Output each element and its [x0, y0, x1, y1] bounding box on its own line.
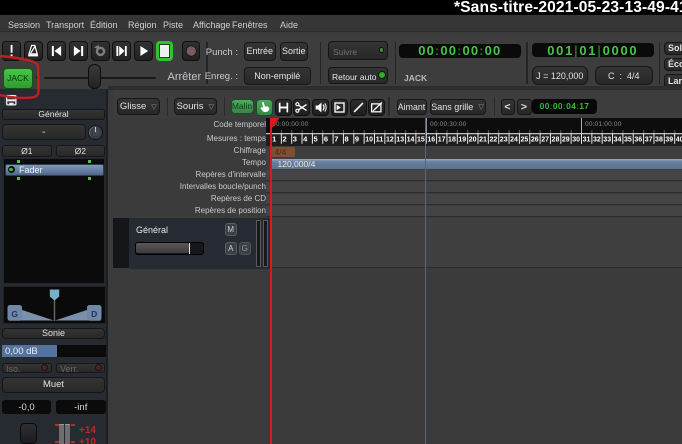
- svg-text:1: 1: [272, 135, 276, 144]
- svg-text:36: 36: [634, 135, 642, 144]
- svg-text:39: 39: [665, 135, 673, 144]
- svg-text:32: 32: [593, 135, 601, 144]
- svg-text:29: 29: [562, 135, 570, 144]
- svg-text:16: 16: [427, 135, 435, 144]
- svg-text:11: 11: [376, 135, 384, 144]
- svg-text:22: 22: [489, 135, 497, 144]
- svg-text:3: 3: [293, 135, 297, 144]
- svg-text:13: 13: [396, 135, 404, 144]
- svg-text:15: 15: [417, 135, 425, 144]
- svg-text:12: 12: [386, 135, 394, 144]
- svg-text:14: 14: [407, 135, 416, 144]
- svg-text:30: 30: [572, 135, 580, 144]
- svg-text:33: 33: [603, 135, 611, 144]
- svg-text:35: 35: [624, 135, 632, 144]
- svg-text:4: 4: [303, 135, 308, 144]
- svg-text:37: 37: [645, 135, 653, 144]
- svg-text:10: 10: [365, 135, 373, 144]
- svg-text:18: 18: [448, 135, 456, 144]
- svg-text:21: 21: [479, 135, 487, 144]
- svg-text:26: 26: [531, 135, 539, 144]
- svg-text:19: 19: [458, 135, 466, 144]
- svg-text:2: 2: [282, 135, 286, 144]
- svg-text:7: 7: [334, 135, 338, 144]
- svg-text:23: 23: [500, 135, 508, 144]
- svg-text:G: G: [11, 309, 18, 319]
- svg-text:24: 24: [510, 135, 519, 144]
- svg-text:28: 28: [552, 135, 560, 144]
- svg-text:D: D: [91, 309, 97, 319]
- svg-text:27: 27: [541, 135, 549, 144]
- svg-text:38: 38: [655, 135, 663, 144]
- svg-text:20: 20: [469, 135, 477, 144]
- svg-text:9: 9: [355, 135, 359, 144]
- svg-text:8: 8: [345, 135, 349, 144]
- svg-text:25: 25: [521, 135, 529, 144]
- svg-text:40: 40: [676, 135, 682, 144]
- svg-text:6: 6: [324, 135, 328, 144]
- svg-text:17: 17: [438, 135, 446, 144]
- svg-text:5: 5: [314, 135, 318, 144]
- svg-text:31: 31: [583, 135, 591, 144]
- svg-text:34: 34: [614, 135, 623, 144]
